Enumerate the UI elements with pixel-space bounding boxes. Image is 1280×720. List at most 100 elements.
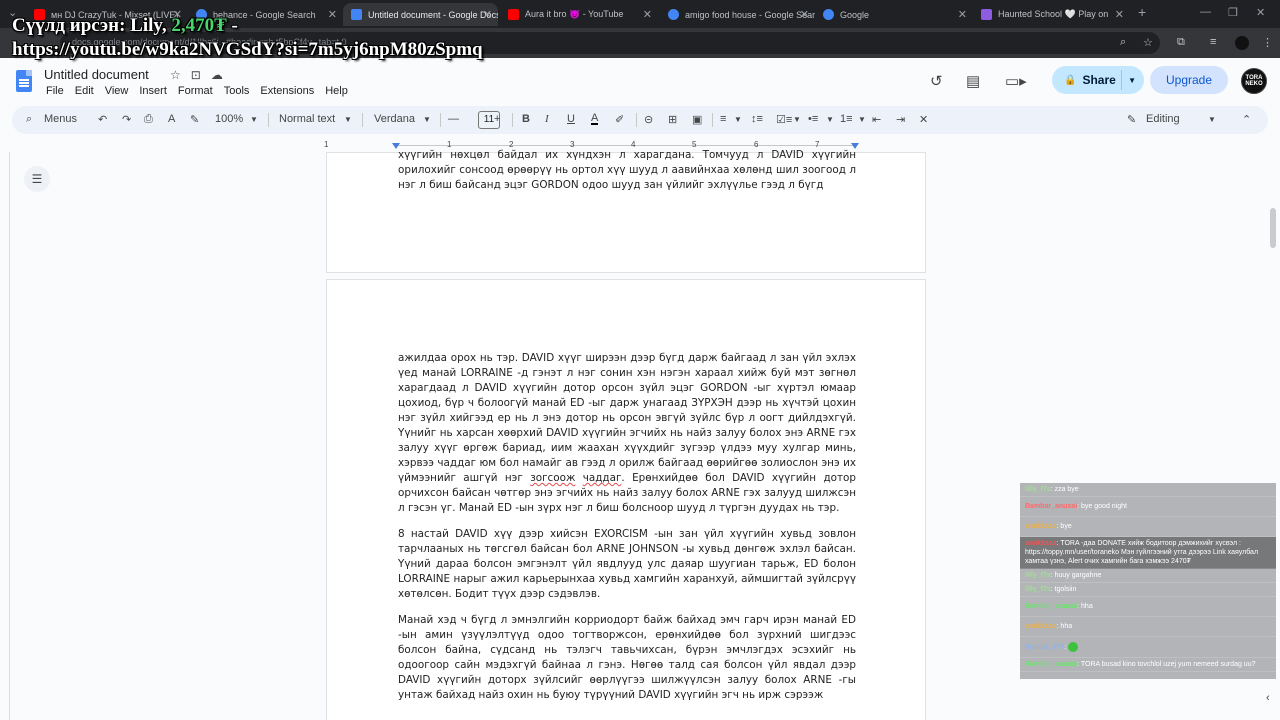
checklist-icon[interactable]: ☑≡ [776,113,792,126]
chat-message: Bambar_anuxai: bye good night [1020,497,1276,517]
browser-tab-title: Google [840,9,870,20]
share-dropdown-icon[interactable]: ▼ [1128,76,1136,85]
insert-image-icon[interactable]: ▣ [692,113,702,126]
chevron-down-icon[interactable]: ▼ [423,115,431,124]
misspelled-word[interactable]: зогсоож [530,472,575,484]
spellcheck-icon[interactable]: A [168,113,175,125]
upgrade-button[interactable]: Upgrade [1150,66,1228,94]
version-history-icon[interactable]: ↺ [930,72,943,90]
menu-help[interactable]: Help [325,85,348,97]
extensions-icon[interactable]: ⧉ [1177,36,1185,49]
menu-tools[interactable]: Tools [224,85,250,97]
new-tab-button[interactable]: + [1138,4,1146,20]
zoom-icon[interactable]: ⌕ [1120,36,1126,49]
line-spacing-icon[interactable]: ↕≡ [751,113,763,125]
browser-tab-4[interactable]: Aura it bro 😈 - YouTube ✕ [500,3,658,26]
star-icon[interactable]: ☆ [170,68,191,82]
font-select[interactable]: Verdana [374,113,415,125]
redo-icon[interactable]: ↷ [122,113,131,126]
browser-tab-title: Haunted School 🤍 Play on [998,9,1109,19]
stream-chat-overlay: lilly_f7s: zza bye Bambar_anuxai: bye go… [1020,483,1276,679]
close-icon[interactable]: ✕ [643,8,652,21]
menu-format[interactable]: Format [178,85,213,97]
comments-icon[interactable]: ▤ [966,72,980,90]
add-comment-icon[interactable]: ⊞ [668,113,677,126]
zoom-select[interactable]: 100% [215,113,243,125]
window-close-icon[interactable]: ✕ [1256,6,1265,19]
editing-mode-select[interactable]: Editing [1146,113,1180,125]
menu-file[interactable]: File [46,85,64,97]
decrease-font-icon[interactable]: — [448,113,459,125]
menu-extensions[interactable]: Extensions [260,85,314,97]
close-icon[interactable]: ✕ [1115,8,1124,21]
chevron-down-icon[interactable]: ▼ [344,115,352,124]
docs-logo-icon[interactable] [16,70,32,92]
chevron-down-icon[interactable]: ▼ [250,115,258,124]
minimize-icon[interactable]: — [1200,6,1211,18]
more-icon[interactable]: ⋮ [1262,36,1273,49]
bookmark-star-icon[interactable]: ☆ [1143,36,1153,49]
clear-formatting-icon[interactable]: ✕ [919,113,928,126]
search-menus-icon[interactable]: ⌕ [26,113,32,126]
collapse-toolbar-icon[interactable]: ⌃ [1242,113,1251,126]
editing-pencil-icon[interactable]: ✎ [1127,113,1136,126]
bulleted-list-icon[interactable]: •≡ [808,113,818,125]
side-panel-chevron-icon[interactable]: ‹ [1266,692,1270,704]
menu-edit[interactable]: Edit [75,85,94,97]
browser-tab-5[interactable]: amigo food house - Google Search ✕ [660,3,815,26]
document-outline-icon[interactable]: ☰ [24,166,50,192]
link-icon[interactable]: ⊝ [644,113,653,126]
chat-message: Bambar_anuxai: hha [1020,597,1276,617]
browser-tab-7[interactable]: Haunted School 🤍 Play on ✕ [973,3,1130,26]
chevron-down-icon[interactable]: ▼ [858,115,866,124]
scrollbar-thumb[interactable] [1270,208,1276,248]
italic-icon[interactable]: I [545,113,549,125]
paragraph[interactable]: 8 настай DAVID хүү дээр хийсэн EXORCISM … [398,527,856,602]
chat-username: Bambar_anuxai [1025,503,1078,510]
chevron-down-icon[interactable]: ▼ [734,115,742,124]
style-select[interactable]: Normal text [279,113,335,125]
highlight-icon[interactable]: ✐ [615,113,624,126]
close-icon[interactable]: ✕ [800,8,809,21]
document-title[interactable]: Untitled document [44,67,149,82]
account-avatar[interactable]: TORA NEKO [1241,68,1267,94]
close-icon[interactable]: ✕ [483,8,492,21]
numbered-list-icon[interactable]: 1≡ [840,113,853,125]
paragraph[interactable]: хүүгийн нөхцөл байдал их хүндхэн л хараг… [398,148,856,193]
search-menus-label[interactable]: Menus [44,113,77,125]
chevron-down-icon[interactable]: ▼ [793,115,801,124]
align-icon[interactable]: ≡ [720,113,726,125]
bold-icon[interactable]: B [522,113,530,125]
share-button[interactable]: 🔒 Share ▼ [1052,66,1144,94]
chevron-down-icon[interactable]: ▼ [1208,115,1216,124]
document-page[interactable]: ажилдаа орох нь тэр. DAVID хүүг ширээн д… [326,279,926,720]
chat-text: huuy gargahne [1054,572,1102,579]
twitch-icon [981,9,992,20]
browser-tab-6[interactable]: Google ✕ [815,3,973,26]
menu-view[interactable]: View [105,85,129,97]
misspelled-word[interactable]: чаддаг [583,472,622,484]
close-icon[interactable]: ✕ [958,8,967,21]
page-body[interactable]: хүүгийн нөхцөл байдал их хүндхэн л хараг… [398,148,856,204]
media-icon[interactable]: ≡ [1210,36,1216,48]
increase-font-icon[interactable]: + [494,113,500,125]
smile-emoji-icon [1068,642,1079,652]
decrease-indent-icon[interactable]: ⇤ [872,113,881,126]
maximize-icon[interactable]: ❐ [1228,6,1238,19]
paragraph[interactable]: ажилдаа орох нь тэр. DAVID хүүг ширээн д… [398,351,856,516]
print-icon[interactable]: ⎙ [144,113,153,126]
menu-insert[interactable]: Insert [139,85,167,97]
increase-indent-icon[interactable]: ⇥ [896,113,905,126]
profile-avatar-icon[interactable] [1235,36,1249,50]
document-page[interactable]: хүүгийн нөхцөл байдал их хүндхэн л хараг… [326,149,926,273]
meet-icon[interactable]: ▭▸ [1005,72,1027,90]
docs-header: Untitled document ☆⊡☁ File Edit View Ins… [0,58,1280,104]
undo-icon[interactable]: ↶ [98,113,107,126]
chevron-down-icon[interactable]: ▼ [826,115,834,124]
text-color-icon[interactable]: A [591,113,599,125]
paragraph[interactable]: Манай хэд ч бүгд л эмнэлгийн корриодорт … [398,613,856,703]
move-folder-icon[interactable]: ⊡ [191,68,211,82]
page-body[interactable]: ажилдаа орох нь тэр. DAVID хүүг ширээн д… [398,351,856,714]
paint-format-icon[interactable]: ✎ [190,113,199,126]
underline-icon[interactable]: U [567,113,575,125]
